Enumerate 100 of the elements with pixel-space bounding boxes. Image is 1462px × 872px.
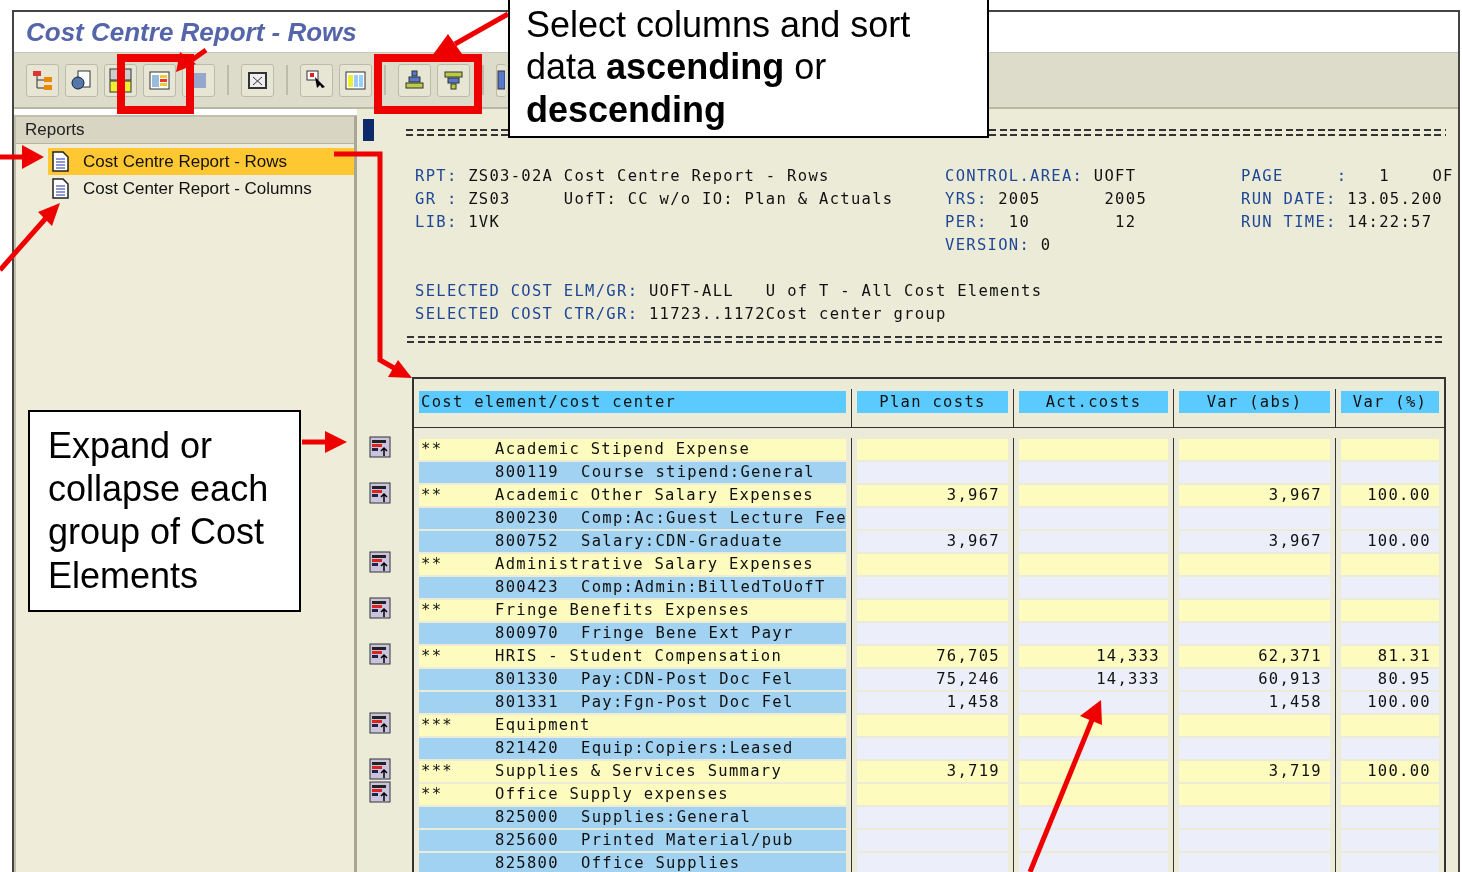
row-label: Comp:Ac:Guest Lecture Fee	[581, 508, 847, 529]
table-cell: 3,967	[857, 485, 1008, 506]
table-cell: 100.00	[1341, 761, 1439, 782]
account-code: 800119	[495, 462, 560, 483]
table-cell: 76,705	[857, 646, 1008, 667]
account-code: 800230	[495, 508, 560, 529]
expand-collapse-icon[interactable]	[369, 711, 391, 734]
document-globe-icon	[69, 67, 94, 93]
hierarchy-button[interactable]	[26, 63, 59, 97]
field-value: 1 OF	[1378, 166, 1454, 187]
field-value: 11723..1172Cost center group	[647, 304, 947, 325]
row-label: Equip:Copiers:Leased	[581, 738, 794, 759]
field-value: 2005 2005	[997, 189, 1147, 210]
document-globe-button[interactable]	[65, 63, 98, 97]
account-code: 800970	[495, 623, 560, 644]
field-label: LIB:	[415, 212, 458, 233]
field-value: UOFT	[1092, 166, 1137, 187]
table-cell: 3,967	[857, 531, 1008, 552]
table-cell: 75,246	[857, 669, 1008, 690]
row-label: Course stipend:General	[581, 462, 815, 483]
row-label: Office Supplies	[581, 853, 741, 872]
table-cell: 3,719	[1179, 761, 1330, 782]
column-header[interactable]: Var (%)	[1341, 391, 1439, 413]
field-label: VERSION:	[945, 235, 1031, 256]
column-header[interactable]: Act.costs	[1019, 391, 1168, 413]
row-label: Equipment	[495, 715, 591, 736]
field-label: YRS:	[945, 189, 988, 210]
level-marker: **	[421, 439, 444, 460]
table-cell: 1,458	[1179, 692, 1330, 713]
row-label: Office Supply expenses	[495, 784, 729, 805]
sort-ascending-button[interactable]	[398, 63, 431, 97]
level-marker: ***	[421, 715, 454, 736]
expand-collapse-icon[interactable]	[369, 435, 391, 458]
field-label: PER:	[945, 212, 988, 233]
row-label: Fringe Benefits Expenses	[495, 600, 751, 621]
field-label: SELECTED COST CTR/GR:	[415, 304, 639, 325]
account-code: 800423	[495, 577, 560, 598]
account-code: 825800	[495, 853, 560, 872]
document-icon	[52, 178, 69, 199]
field-label: CONTROL.AREA:	[945, 166, 1084, 187]
expand-collapse-icon[interactable]	[369, 757, 391, 780]
expand-collapse-icon[interactable]	[369, 481, 391, 504]
field-value: 1VK	[467, 212, 501, 233]
account-code: 800752	[495, 531, 560, 552]
row-label: Salary:CDN-Graduate	[581, 531, 783, 552]
row-label: Comp:Admin:BilledToUofT	[581, 577, 826, 598]
column-header[interactable]: Plan costs	[857, 391, 1008, 413]
table-cell: 3,967	[1179, 485, 1330, 506]
tree-item[interactable]: Cost Centre Report - Rows	[48, 148, 354, 175]
sort-descending-button[interactable]	[437, 63, 470, 97]
cursor-select-button[interactable]	[300, 63, 333, 97]
row-label: Printed Material/pub	[581, 830, 794, 851]
account-code: 801331	[495, 692, 560, 713]
field-label: RUN DATE:	[1241, 189, 1337, 210]
field-value: 0	[1039, 235, 1052, 256]
field-value: 13.05.200	[1346, 189, 1443, 210]
level-marker: **	[421, 600, 444, 621]
table-cell: 62,371	[1179, 646, 1330, 667]
callout-text: Expand or collapse each group of Cost Elements	[28, 410, 301, 612]
account-code: 825600	[495, 830, 560, 851]
table-cell: 80.95	[1341, 669, 1439, 690]
level-marker: **	[421, 784, 444, 805]
field-value: 10 12	[1007, 212, 1137, 233]
field-value: ZS03-02A Cost Centre Report - Rows	[467, 166, 830, 187]
row-label: Academic Stipend Expense	[495, 439, 751, 460]
account-code: 825000	[495, 807, 560, 828]
expand-collapse-icon[interactable]	[369, 642, 391, 665]
annotation-arrow	[176, 47, 208, 72]
table-cell: 14,333	[1019, 646, 1168, 667]
annotation-arrow	[0, 203, 60, 272]
window-title: Cost Centre Report - Rows	[26, 16, 357, 48]
level-marker: **	[421, 646, 444, 667]
column-header[interactable]: Cost element/cost center	[419, 391, 846, 413]
column-header[interactable]: Var (abs)	[1179, 391, 1330, 413]
row-label: HRIS - Student Compensation	[495, 646, 783, 667]
table-cell: 100.00	[1341, 531, 1439, 552]
table-cell: 1,458	[857, 692, 1008, 713]
account-code: 801330	[495, 669, 560, 690]
columns-button[interactable]	[339, 63, 372, 97]
row-label: Pay:CDN-Post Doc Fel	[581, 669, 794, 690]
row-label: Pay:Fgn-Post Doc Fel	[581, 692, 794, 713]
tree-item[interactable]: Cost Center Report - Columns	[48, 175, 354, 202]
expand-collapse-icon[interactable]	[369, 780, 391, 803]
binoculars-icon	[497, 70, 505, 90]
table-cell: 100.00	[1341, 485, 1439, 506]
field-label: PAGE :	[1241, 166, 1348, 187]
annotation-arrow	[0, 145, 44, 169]
expand-collapse-icon[interactable]	[369, 596, 391, 619]
level-marker: **	[421, 554, 444, 575]
table-cell: 14,333	[1019, 669, 1168, 690]
field-label: SELECTED COST ELM/GR:	[415, 281, 639, 302]
table-cell: 3,967	[1179, 531, 1330, 552]
level-marker: ***	[421, 761, 454, 782]
expand-collapse-icon[interactable]	[369, 550, 391, 573]
row-label: Administrative Salary Expenses	[495, 554, 814, 575]
table-cell: 3,719	[857, 761, 1008, 782]
account-code: 821420	[495, 738, 560, 759]
layout-button[interactable]	[143, 63, 176, 97]
field-value: ZS03 UofT: CC w/o IO: Plan & Actuals	[467, 189, 894, 210]
field-label: GR :	[415, 189, 458, 210]
